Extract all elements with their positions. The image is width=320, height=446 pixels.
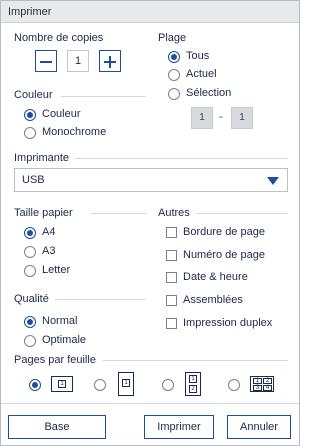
option-label: Impression duplex — [183, 317, 273, 329]
option-label: Bordure de page — [183, 226, 265, 238]
dialog-titlebar: Imprimer — [1, 1, 299, 23]
range-option-label: Tous — [186, 50, 210, 62]
radio-icon[interactable] — [24, 335, 36, 347]
radio-icon[interactable] — [94, 379, 106, 391]
paper-option-label: A4 — [42, 226, 56, 238]
page-number-label: 1 — [58, 380, 66, 388]
radio-icon[interactable] — [168, 88, 180, 100]
one-page-portrait-icon: 1 — [118, 372, 134, 396]
pages-per-sheet-option-4[interactable]: 1 2 3 4 — [228, 376, 278, 396]
radio-icon[interactable] — [24, 316, 36, 328]
option-label: Date & heure — [183, 271, 248, 283]
two-pages-icon: 1 2 — [185, 372, 201, 396]
range-to-field[interactable]: 1 — [231, 107, 253, 129]
section-divider — [91, 213, 146, 214]
color-label: Couleur — [14, 89, 53, 101]
paper-option-label: Letter — [42, 264, 71, 276]
page-number-label: 1 — [122, 379, 130, 387]
increment-copies-button[interactable] — [99, 50, 121, 72]
paper-size-label: Taille papier — [14, 207, 73, 219]
quality-option-normal[interactable]: Normal — [24, 314, 124, 330]
radio-icon[interactable] — [168, 51, 180, 63]
section-divider — [196, 213, 288, 214]
option-page-number[interactable]: Numéro de page — [166, 248, 291, 264]
checkbox-icon[interactable] — [166, 250, 177, 261]
radio-icon[interactable] — [24, 246, 36, 258]
one-page-icon: 1 — [51, 376, 73, 392]
page-count-label: 2 — [189, 385, 197, 393]
radio-icon[interactable] — [168, 69, 180, 81]
radio-icon[interactable] — [24, 127, 36, 139]
color-option-color[interactable]: Couleur — [24, 107, 134, 123]
copies-value[interactable]: 1 — [67, 50, 89, 72]
dialog-footer: Base Imprimer Annuler — [1, 403, 299, 445]
quality-option-label: Normal — [42, 315, 78, 327]
radio-icon[interactable] — [24, 227, 36, 239]
option-page-border[interactable]: Bordure de page — [166, 225, 291, 241]
cancel-button[interactable]: Annuler — [227, 415, 291, 439]
color-option-label: Couleur — [42, 108, 81, 120]
paper-option-label: A3 — [42, 245, 56, 257]
triangle-down-icon[interactable] — [267, 177, 279, 185]
copies-label: Nombre de copies — [14, 32, 104, 44]
range-option-current[interactable]: Actuel — [168, 67, 268, 83]
range-from-field[interactable]: 1 — [191, 107, 213, 129]
quality-option-best[interactable]: Optimale — [24, 333, 124, 349]
color-option-label: Monochrome — [42, 126, 107, 138]
dialog-title: Imprimer — [8, 6, 52, 18]
quality-option-label: Optimale — [42, 334, 87, 346]
decrement-copies-button[interactable] — [35, 50, 57, 72]
print-button[interactable]: Imprimer — [144, 415, 214, 439]
printer-select-value: USB — [22, 174, 45, 186]
paper-option-letter[interactable]: Letter — [24, 263, 124, 279]
checkbox-icon[interactable] — [166, 272, 177, 283]
paper-option-a3[interactable]: A3 — [24, 244, 124, 260]
plus-icon — [109, 56, 111, 68]
page-count-label: 4 — [263, 385, 272, 391]
print-dialog: Imprimer Nombre de copies 1 Plage Tous A… — [0, 0, 300, 446]
radio-icon[interactable] — [29, 379, 41, 391]
range-option-all[interactable]: Tous — [168, 49, 268, 65]
section-divider — [103, 360, 288, 361]
option-duplex[interactable]: Impression duplex — [166, 316, 291, 332]
color-option-monochrome[interactable]: Monochrome — [24, 125, 134, 141]
pages-per-sheet-option-2[interactable]: 1 2 — [162, 372, 210, 398]
section-divider — [61, 96, 146, 97]
paper-option-a4[interactable]: A4 — [24, 225, 124, 241]
pages-per-sheet-option-1[interactable]: 1 — [29, 376, 77, 396]
radio-icon[interactable] — [24, 109, 36, 121]
printer-select[interactable]: USB — [14, 168, 288, 192]
section-divider — [75, 158, 288, 159]
pages-per-sheet-option-1-portrait[interactable]: 1 — [94, 372, 142, 398]
four-pages-icon: 1 2 3 4 — [250, 376, 274, 392]
radio-icon[interactable] — [24, 265, 36, 277]
radio-icon[interactable] — [162, 379, 174, 391]
checkbox-icon[interactable] — [166, 227, 177, 238]
checkbox-icon[interactable] — [166, 295, 177, 306]
page-cell: 2 — [263, 378, 272, 384]
pages-per-sheet-label: Pages par feuille — [14, 354, 96, 366]
range-separator: - — [219, 111, 223, 123]
quality-label: Qualité — [14, 293, 49, 305]
range-option-selection[interactable]: Sélection — [168, 86, 268, 102]
option-date-time[interactable]: Date & heure — [166, 270, 291, 286]
option-label: Assemblées — [183, 294, 243, 306]
base-button[interactable]: Base — [8, 415, 106, 439]
radio-icon[interactable] — [228, 379, 240, 391]
page-cell: 1 — [189, 375, 197, 383]
range-option-label: Sélection — [186, 87, 232, 99]
range-label: Plage — [158, 32, 187, 44]
minus-icon — [40, 61, 52, 63]
option-collate[interactable]: Assemblées — [166, 293, 291, 309]
other-options-label: Autres — [158, 207, 190, 219]
range-option-label: Actuel — [186, 68, 217, 80]
page-cell: 3 — [253, 385, 262, 391]
page-cell: 1 — [253, 378, 262, 384]
checkbox-icon[interactable] — [166, 318, 177, 329]
option-label: Numéro de page — [183, 249, 265, 261]
printer-label: Imprimante — [14, 152, 70, 164]
section-divider — [55, 299, 146, 300]
